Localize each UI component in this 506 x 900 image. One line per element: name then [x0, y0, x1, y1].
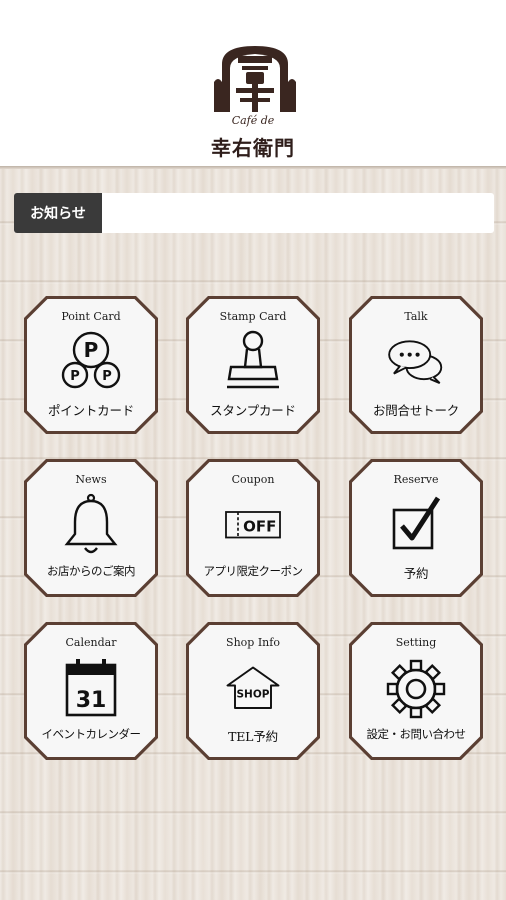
tile-label: お店からのご案内 [47, 564, 136, 578]
tile-label: アプリ限定クーポン [203, 564, 304, 578]
tile-label: ポイントカード [47, 403, 135, 418]
tile-title: Stamp Card [219, 310, 287, 323]
tile-label: お問合せトーク [372, 403, 460, 418]
svg-text:P: P [84, 338, 99, 362]
menu-tile-reserve[interactable]: Reserve 予約 [349, 459, 483, 597]
coupon-icon: OFF [225, 511, 281, 539]
brand-name: 幸右衛門 [211, 136, 295, 160]
calendar-icon: 31 [65, 659, 117, 717]
bell-icon [64, 493, 118, 554]
news-ticker[interactable]: お知らせ [14, 193, 494, 233]
news-label: お知らせ [14, 193, 102, 233]
tile-label: スタンプカード [210, 403, 296, 418]
tile-title: Reserve [393, 473, 439, 486]
menu-tile-setting[interactable]: Setting 設定・お問い合わせ [349, 622, 483, 760]
tile-title: Calendar [65, 636, 117, 649]
menu-tile-news[interactable]: News お店からのご案内 [24, 459, 158, 597]
menu-tile-calendar[interactable]: Calendar 31 イベントカレンダー [24, 622, 158, 760]
tile-title: Point Card [61, 310, 121, 323]
calendar-icon-text: 31 [76, 688, 107, 713]
cafe-logo-icon [214, 46, 296, 112]
stamp-icon [227, 330, 279, 389]
tile-title: News [75, 473, 107, 486]
menu-tile-point-card[interactable]: Point Card P P P ポイントカード [24, 296, 158, 434]
menu-tile-talk[interactable]: Talk お問合せトーク [349, 296, 483, 434]
svg-text:P: P [102, 369, 112, 384]
gear-icon [386, 659, 446, 719]
shop-icon-text: SHOP [237, 689, 270, 701]
chat-bubbles-icon [388, 340, 443, 384]
tile-label: 設定・お問い合わせ [366, 727, 467, 741]
point-card-icon: P P P [61, 331, 121, 389]
tile-title: Coupon [231, 473, 275, 486]
menu-tile-coupon[interactable]: Coupon OFF アプリ限定クーポン [186, 459, 320, 597]
tile-title: Shop Info [226, 636, 280, 649]
brand-script: Café de [231, 114, 275, 127]
tile-title: Setting [395, 636, 437, 649]
tile-label: TEL予約 [228, 729, 278, 744]
menu-tile-stamp-card[interactable]: Stamp Card スタンプカード [186, 296, 320, 434]
app-header: Café de 幸右衛門 [0, 0, 506, 166]
menu-tile-shop-info[interactable]: Shop Info SHOP TEL予約 [186, 622, 320, 760]
shop-icon: SHOP [226, 666, 280, 709]
coupon-icon-text: OFF [243, 518, 276, 536]
tile-title: Talk [404, 310, 428, 323]
tile-label: イベントカレンダー [41, 727, 142, 741]
tile-label: 予約 [403, 566, 429, 581]
checkbox-icon [392, 496, 441, 550]
svg-text:P: P [70, 369, 80, 384]
